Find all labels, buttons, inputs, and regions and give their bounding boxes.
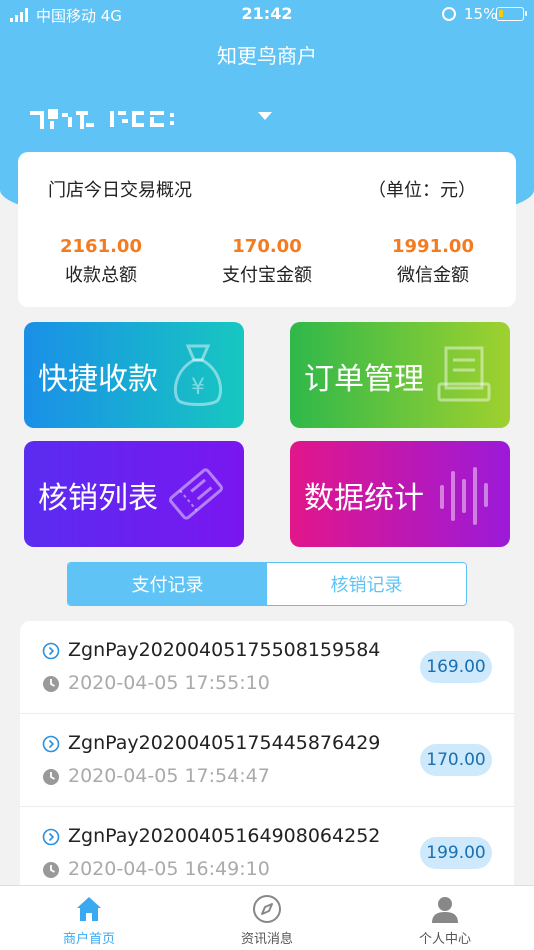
money-bag-icon: ¥ <box>173 344 223 406</box>
stat-wechat: 1991.00 微信金额 <box>350 236 516 287</box>
tab-home[interactable]: 商户首页 <box>0 886 178 950</box>
amount-badge: 170.00 <box>420 744 492 776</box>
bottom-tab-bar: 商户首页 资讯消息 个人中心 <box>0 885 534 950</box>
home-icon <box>77 897 101 921</box>
tab-label: 资讯消息 <box>240 932 293 947</box>
battery-percent: 15% <box>464 5 498 23</box>
list-item[interactable]: ZgnPay20200405164908064252 2020-04-05 16… <box>20 807 514 891</box>
person-icon <box>432 897 458 923</box>
ticket-icon <box>168 468 224 520</box>
quick-payment-tile[interactable]: 快捷收款 ¥ <box>24 322 244 428</box>
stat-label: 支付宝金额 <box>222 265 312 286</box>
rotation-lock-icon <box>442 7 456 21</box>
data-statistics-tile[interactable]: 数据统计 <box>290 441 510 547</box>
svg-text:¥: ¥ <box>191 375 205 400</box>
record-type-segment: 支付记录 核销记录 <box>67 562 467 606</box>
store-name-obscured <box>28 103 228 133</box>
record-time: 2020-04-05 17:54:47 <box>68 765 270 787</box>
store-selector[interactable] <box>28 100 228 136</box>
stat-value: 1991.00 <box>392 236 474 257</box>
tile-label: 订单管理 <box>304 362 424 397</box>
summary-unit: （单位：元） <box>368 180 476 201</box>
tab-verification-records[interactable]: 核销记录 <box>267 563 466 605</box>
verification-list-tile[interactable]: 核销列表 <box>24 441 244 547</box>
chevron-right-circle-icon <box>42 735 60 753</box>
order-id: ZgnPay20200405175445876429 <box>68 732 381 754</box>
stat-total: 2161.00 收款总额 <box>18 236 184 287</box>
chevron-right-circle-icon <box>42 828 60 846</box>
record-list: ZgnPay20200405175508159584 2020-04-05 17… <box>20 621 514 891</box>
summary-card: 门店今日交易概况 （单位：元） 2161.00 收款总额 170.00 支付宝金… <box>18 152 516 307</box>
order-id: ZgnPay20200405175508159584 <box>68 639 381 661</box>
tab-label: 商户首页 <box>62 932 115 947</box>
compass-icon <box>253 895 281 923</box>
order-management-tile[interactable]: 订单管理 <box>290 322 510 428</box>
list-item[interactable]: ZgnPay20200405175445876429 2020-04-05 17… <box>20 714 514 807</box>
tab-label: 个人中心 <box>418 932 471 947</box>
tab-news[interactable]: 资讯消息 <box>178 886 356 950</box>
tab-profile[interactable]: 个人中心 <box>356 886 534 950</box>
chevron-down-icon[interactable] <box>258 112 272 120</box>
summary-title: 门店今日交易概况 <box>48 180 192 201</box>
stat-label: 微信金额 <box>397 265 469 286</box>
stat-value: 2161.00 <box>60 236 142 257</box>
tile-label: 快捷收款 <box>38 362 158 397</box>
tile-label: 核销列表 <box>38 481 158 516</box>
list-item[interactable]: ZgnPay20200405175508159584 2020-04-05 17… <box>20 621 514 714</box>
amount-badge: 169.00 <box>420 651 492 683</box>
record-time: 2020-04-05 17:55:10 <box>68 672 270 694</box>
stat-alipay: 170.00 支付宝金额 <box>184 236 350 287</box>
chevron-right-circle-icon <box>42 642 60 660</box>
record-time: 2020-04-05 16:49:10 <box>68 858 270 880</box>
battery-icon <box>496 7 527 21</box>
page-title: 知更鸟商户 <box>217 44 317 68</box>
receipt-printer-icon <box>437 346 491 402</box>
clock-icon <box>43 676 59 692</box>
stat-value: 170.00 <box>232 236 302 257</box>
stat-label: 收款总额 <box>65 265 137 286</box>
amount-badge: 199.00 <box>420 837 492 869</box>
bar-lines-icon <box>440 467 488 525</box>
tile-label: 数据统计 <box>304 481 424 516</box>
order-id: ZgnPay20200405164908064252 <box>68 825 381 847</box>
clock-icon <box>43 862 59 878</box>
status-bar: 中国移动 4G 21:42 15% <box>0 0 534 30</box>
tab-payment-records[interactable]: 支付记录 <box>68 563 267 605</box>
clock-icon <box>43 769 59 785</box>
